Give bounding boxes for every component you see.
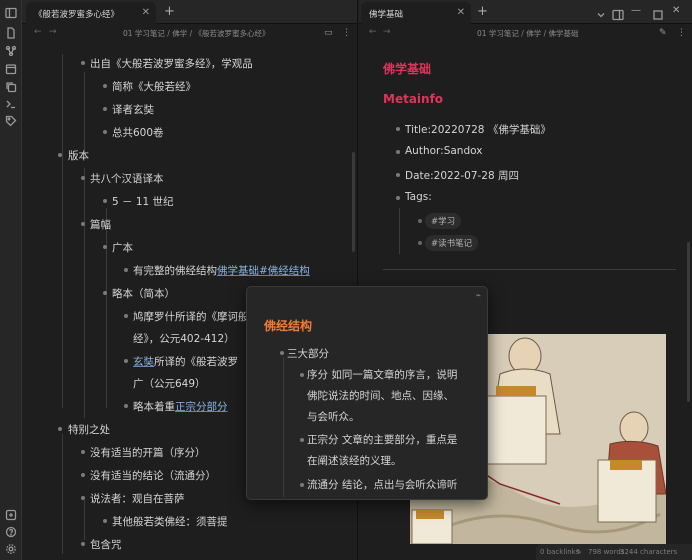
list-item: 有完整的佛经结构佛学基础#佛经结构 bbox=[133, 263, 310, 278]
right-nav-bar: ← → 01 学习笔记 / 佛学 / 佛学基础 ✎ ⋮ bbox=[359, 24, 692, 42]
section-heading: Metainfo bbox=[383, 92, 444, 106]
list-item: 说法者：观自在菩萨 bbox=[90, 493, 185, 505]
popover-heading: 佛经结构 bbox=[264, 319, 313, 333]
sidebar-toggle-icon[interactable] bbox=[4, 6, 18, 20]
tab-heart-sutra[interactable]: 《般若波罗蜜多心经》 ✕ bbox=[26, 2, 156, 24]
reading-mode-icon[interactable]: ▭ bbox=[324, 28, 333, 38]
tag-pill[interactable]: #读书笔记 bbox=[425, 235, 479, 251]
breadcrumb: 01 学习笔记 / 佛学 / 《般若波罗蜜多心经》 bbox=[123, 29, 270, 38]
files-icon[interactable] bbox=[4, 26, 18, 40]
list-item-text: 有完整的佛经结构 bbox=[133, 265, 217, 277]
list-item: 篇幅 bbox=[90, 219, 111, 231]
link-icon[interactable]: ⌁ bbox=[476, 291, 481, 301]
scrollbar[interactable] bbox=[687, 242, 690, 402]
meta-title: Title:20220728 《佛学基础》 bbox=[405, 124, 551, 136]
list-item-text: 略本着重 bbox=[133, 401, 175, 413]
list-item-continuation: 在阐述该经的义理。 bbox=[307, 455, 402, 467]
internal-link[interactable]: 正宗分部分 bbox=[175, 401, 228, 413]
list-item: 出自《大般若波罗蜜多经》，学观品 bbox=[90, 58, 253, 70]
character-count: 3244 characters bbox=[620, 548, 678, 556]
new-tab-icon[interactable]: + bbox=[164, 4, 175, 19]
list-item: 译者玄奘 bbox=[112, 104, 154, 116]
left-tab-bar: 《般若波罗蜜多心经》 ✕ + bbox=[22, 0, 357, 24]
list-item: 玄奘所译的《般若波罗 bbox=[133, 354, 238, 369]
hover-preview-popover[interactable]: ⌁ 佛经结构 三大部分 序分 如同一篇文章的序言，说明 佛陀说法的时间、地点、因… bbox=[246, 286, 488, 500]
status-bar: 0 backlinks ✎ 798 words 3244 characters bbox=[536, 544, 692, 560]
scrollbar[interactable] bbox=[352, 152, 355, 252]
edit-icon[interactable]: ✎ bbox=[659, 28, 667, 38]
internal-link[interactable]: 佛学基础#佛经结构 bbox=[217, 265, 310, 277]
list-item-continuation: 佛陀说法的时间、地点、因缘、 bbox=[307, 390, 454, 402]
minimize-icon[interactable]: — bbox=[631, 5, 643, 17]
list-item: 特别之处 bbox=[68, 424, 110, 436]
close-icon[interactable]: ✕ bbox=[142, 7, 150, 18]
list-item: 鸠摩罗什所译的《摩诃般 bbox=[133, 311, 249, 323]
list-item-continuation: 广（公元649） bbox=[133, 378, 206, 390]
left-nav-bar: ← → 01 学习笔记 / 佛学 / 《般若波罗蜜多心经》 ▭ ⋮ bbox=[22, 24, 357, 42]
list-item: 5 － 11 世纪 bbox=[112, 196, 174, 208]
meta-author: Author:Sandox bbox=[405, 145, 483, 157]
list-item: 广本 bbox=[112, 242, 133, 254]
window-close-icon[interactable]: ✕ bbox=[672, 5, 684, 17]
edit-icon: ✎ bbox=[576, 548, 582, 556]
tag-pill[interactable]: #学习 bbox=[425, 213, 462, 229]
list-item: 三大部分 bbox=[287, 348, 329, 360]
meta-tags-label: Tags: bbox=[405, 191, 432, 203]
internal-link[interactable]: 玄奘 bbox=[133, 356, 154, 368]
list-item: 包含咒 bbox=[90, 539, 122, 551]
calendar-icon[interactable] bbox=[4, 62, 18, 76]
list-item: 总共600卷 bbox=[112, 127, 164, 139]
chevron-down-icon[interactable] bbox=[595, 6, 607, 18]
tab-buddhism-basics[interactable]: 佛学基础 ✕ bbox=[361, 2, 471, 24]
meta-date: Date:2022-07-28 周四 bbox=[405, 170, 519, 182]
forward-arrow-icon[interactable]: → bbox=[49, 27, 57, 37]
forward-arrow-icon[interactable]: → bbox=[383, 27, 391, 37]
list-item: 流通分 结论，点出与会听众谛听 bbox=[307, 479, 458, 491]
back-arrow-icon[interactable]: ← bbox=[34, 27, 42, 37]
list-item-text: 所译的《般若波罗 bbox=[154, 356, 238, 368]
list-item: 略本着重正宗分部分 bbox=[133, 399, 228, 414]
list-item: 正宗分 文章的主要部分，重点是 bbox=[307, 434, 458, 446]
maximize-icon[interactable] bbox=[652, 6, 664, 20]
page-title: 佛学基础 bbox=[383, 62, 432, 76]
vault-icon[interactable] bbox=[4, 508, 18, 522]
list-item: 版本 bbox=[68, 150, 89, 162]
settings-icon[interactable] bbox=[4, 542, 18, 556]
list-item: 其他般若类佛经：须菩提 bbox=[112, 516, 228, 528]
more-options-icon[interactable]: ⋮ bbox=[677, 28, 686, 38]
list-item: 没有适当的结论（流通分） bbox=[90, 470, 216, 482]
help-icon[interactable] bbox=[4, 525, 18, 539]
terminal-icon[interactable] bbox=[4, 97, 18, 111]
list-item: 略本（简本） bbox=[112, 288, 175, 300]
list-item-continuation: 经》，公元402-412） bbox=[133, 333, 235, 345]
close-icon[interactable]: ✕ bbox=[457, 7, 465, 18]
breadcrumb: 01 学习笔记 / 佛学 / 佛学基础 bbox=[477, 29, 579, 38]
list-item-continuation: 与会听众。 bbox=[307, 411, 360, 423]
list-item: 没有适当的开篇（序分） bbox=[90, 447, 206, 459]
copy-icon[interactable] bbox=[4, 80, 18, 94]
right-tab-bar: 佛学基础 ✕ + — ✕ bbox=[359, 0, 692, 24]
graph-icon[interactable] bbox=[4, 44, 18, 58]
tab-title: 《般若波罗蜜多心经》 bbox=[34, 10, 120, 20]
list-item: 共八个汉语译本 bbox=[90, 173, 164, 185]
left-ribbon bbox=[0, 0, 22, 560]
new-tab-icon[interactable]: + bbox=[477, 4, 488, 19]
tab-title: 佛学基础 bbox=[369, 10, 404, 20]
back-arrow-icon[interactable]: ← bbox=[369, 27, 377, 37]
divider bbox=[383, 269, 676, 270]
backlinks-count[interactable]: 0 backlinks bbox=[540, 548, 579, 556]
more-options-icon[interactable]: ⋮ bbox=[342, 28, 351, 38]
list-item: 简称《大般若经》 bbox=[112, 81, 196, 93]
right-sidebar-toggle-icon[interactable] bbox=[612, 6, 624, 21]
tags-icon[interactable] bbox=[4, 114, 18, 128]
list-item: 序分 如同一篇文章的序言，说明 bbox=[307, 369, 458, 381]
word-count: 798 words bbox=[588, 548, 625, 556]
